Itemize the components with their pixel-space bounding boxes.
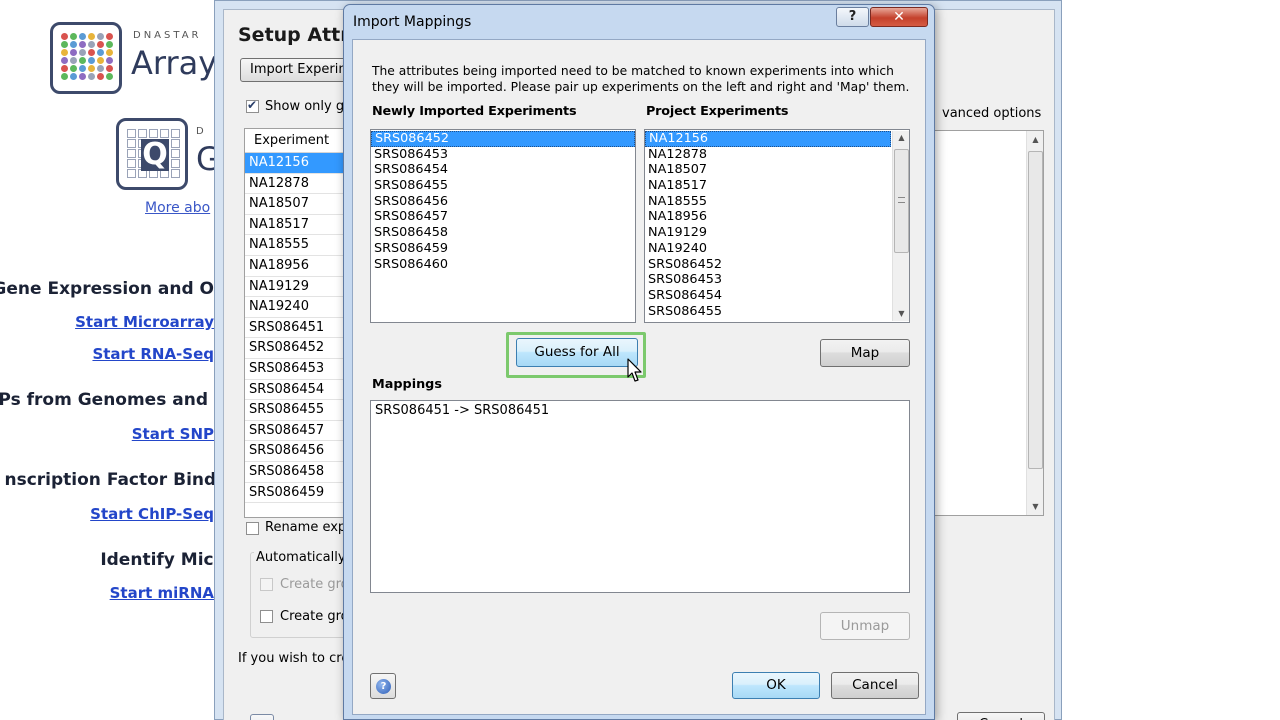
cancel-button[interactable]: Cancel	[831, 672, 919, 699]
start-snp-link[interactable]: Start SNP	[132, 425, 214, 443]
newly-imported-item[interactable]: SRS086455	[371, 178, 635, 194]
experiment-row[interactable]: SRS086456	[245, 441, 353, 462]
scroll-up-arrow-icon[interactable]: ▲	[893, 131, 909, 145]
dialog-help-button[interactable]: ?	[836, 7, 869, 27]
start-rnaseq-link[interactable]: Start RNA-Seq	[92, 345, 214, 363]
mappings-list[interactable]: SRS086451 -> SRS086451	[370, 400, 910, 593]
dialog-title: Import Mappings	[353, 14, 472, 30]
arraystar-logo-icon	[50, 22, 122, 94]
experiment-row[interactable]: NA18507	[245, 194, 353, 215]
experiment-row[interactable]: SRS086451	[245, 318, 353, 339]
project-experiment-item[interactable]: NA12156	[645, 131, 891, 147]
project-experiment-item[interactable]: NA19240	[645, 241, 891, 257]
scroll-down-arrow-icon[interactable]: ▼	[1027, 498, 1044, 515]
import-experiments-button[interactable]: Import Experim	[240, 58, 360, 82]
project-experiment-item[interactable]: NA18555	[645, 194, 891, 210]
dialog-description: The attributes being imported need to be…	[372, 64, 910, 94]
rename-experiments-checkbox[interactable]	[246, 522, 259, 535]
experiment-row[interactable]: SRS086453	[245, 359, 353, 380]
setup-title: Setup Attri	[238, 24, 357, 46]
project-experiments-list[interactable]: NA12156 NA12878 NA18507 NA18517 NA18555 NA189…	[644, 129, 910, 323]
newly-imported-item[interactable]: SRS086457	[371, 209, 635, 225]
experiment-row[interactable]: NA19240	[245, 297, 353, 318]
project-experiment-item[interactable]: SRS086452	[645, 257, 891, 273]
experiment-row[interactable]: SRS086452	[245, 338, 353, 359]
experiment-table[interactable]: Experiment NA12156 NA12878 NA18507 NA18517 N…	[244, 128, 354, 518]
setup-cancel-button[interactable]: Cancel	[957, 712, 1045, 720]
newly-imported-item[interactable]: SRS086460	[371, 257, 635, 273]
setup-right-scrollbar[interactable]: ▲ ▼	[1026, 131, 1043, 515]
show-only-checkbox[interactable]	[246, 98, 259, 113]
setup-footer-text: If you wish to crea	[238, 651, 358, 666]
project-experiment-item[interactable]: NA18507	[645, 162, 891, 178]
experiment-row[interactable]: NA12156	[245, 153, 353, 174]
project-experiment-item[interactable]: NA18517	[645, 178, 891, 194]
scroll-down-arrow-icon[interactable]: ▼	[893, 307, 909, 321]
scroll-up-arrow-icon[interactable]: ▲	[1027, 131, 1044, 148]
create-group-checkbox-2[interactable]	[260, 610, 273, 623]
newly-imported-list[interactable]: SRS086452 SRS086453 SRS086454 SRS086455 SRS0…	[370, 129, 636, 323]
experiment-row[interactable]: NA19129	[245, 277, 353, 298]
newly-imported-item[interactable]: SRS086459	[371, 241, 635, 257]
create-group-checkbox-1[interactable]	[260, 578, 273, 591]
q-letter-icon: Q	[141, 137, 169, 172]
qseq-logo-icon: Q	[116, 118, 188, 190]
setup-help-button[interactable]	[250, 714, 274, 720]
setup-right-panel: ▲ ▼	[932, 130, 1044, 516]
start-microarray-link[interactable]: Start Microarray	[75, 313, 214, 331]
project-list-scrollbar[interactable]: ▲ ▼	[892, 131, 909, 321]
ok-button[interactable]: OK	[732, 672, 820, 699]
unmap-button[interactable]: Unmap	[820, 612, 910, 640]
map-button[interactable]: Map	[820, 339, 910, 367]
guess-for-all-button[interactable]: Guess for All	[516, 338, 638, 367]
newly-imported-item[interactable]: SRS086456	[371, 194, 635, 210]
project-experiment-item[interactable]: NA12878	[645, 147, 891, 163]
project-experiment-item[interactable]: NA19129	[645, 225, 891, 241]
newly-imported-item[interactable]: SRS086453	[371, 147, 635, 163]
brand-name-1: Array	[131, 44, 218, 82]
newly-imported-item[interactable]: SRS086454	[371, 162, 635, 178]
experiment-row[interactable]: SRS086457	[245, 421, 353, 442]
newly-imported-label: Newly Imported Experiments	[372, 104, 577, 119]
brand-small-2: D	[196, 126, 207, 137]
experiment-row[interactable]: NA18517	[245, 215, 353, 236]
section-title-snps: NPs from Genomes and	[0, 390, 208, 410]
project-experiment-item[interactable]: NA18956	[645, 209, 891, 225]
scroll-thumb[interactable]	[1028, 151, 1043, 469]
experiment-row[interactable]: NA12878	[245, 174, 353, 195]
experiment-row[interactable]: SRS086454	[245, 380, 353, 401]
dialog-close-button[interactable]: ✕	[870, 7, 928, 27]
experiment-row[interactable]: NA18956	[245, 256, 353, 277]
launcher-panel: DNASTAR Array Q D G More abo Gene Expres…	[0, 0, 222, 720]
start-chipseq-link[interactable]: Start ChIP-Seq	[90, 505, 214, 523]
experiment-row[interactable]: NA18555	[245, 235, 353, 256]
start-mirna-link[interactable]: Start miRNA	[110, 584, 214, 602]
mappings-label: Mappings	[372, 377, 442, 392]
show-only-label: Show only gr	[265, 99, 350, 114]
section-title-gene-expression: Gene Expression and O	[0, 279, 214, 299]
mouse-cursor-icon	[627, 358, 642, 382]
more-about-link[interactable]: More abo	[145, 200, 210, 216]
experiment-row[interactable]: SRS086458	[245, 462, 353, 483]
advanced-options-label[interactable]: vanced options	[942, 106, 1041, 121]
experiment-row[interactable]: SRS086459	[245, 483, 353, 504]
project-experiment-item[interactable]: SRS086455	[645, 304, 891, 320]
project-experiment-item[interactable]: SRS086453	[645, 272, 891, 288]
section-title-mirna: Identify Micr	[100, 550, 222, 570]
project-experiment-item[interactable]: SRS086454	[645, 288, 891, 304]
experiment-row[interactable]: SRS086455	[245, 400, 353, 421]
scroll-thumb[interactable]	[894, 149, 909, 253]
brand-small-1: DNASTAR	[133, 30, 202, 41]
rename-experiments-label: Rename expe	[265, 520, 355, 535]
newly-imported-item[interactable]: SRS086458	[371, 225, 635, 241]
experiment-column-header[interactable]: Experiment	[245, 129, 353, 153]
grip-icon	[898, 197, 905, 203]
project-experiments-label: Project Experiments	[646, 104, 789, 119]
newly-imported-item[interactable]: SRS086452	[371, 131, 635, 147]
help-icon: ?	[376, 679, 391, 694]
mapping-item[interactable]: SRS086451 -> SRS086451	[371, 401, 909, 420]
dialog-help-icon-button[interactable]: ?	[370, 673, 396, 699]
section-title-chipseq: nscription Factor Bindi	[4, 470, 223, 490]
